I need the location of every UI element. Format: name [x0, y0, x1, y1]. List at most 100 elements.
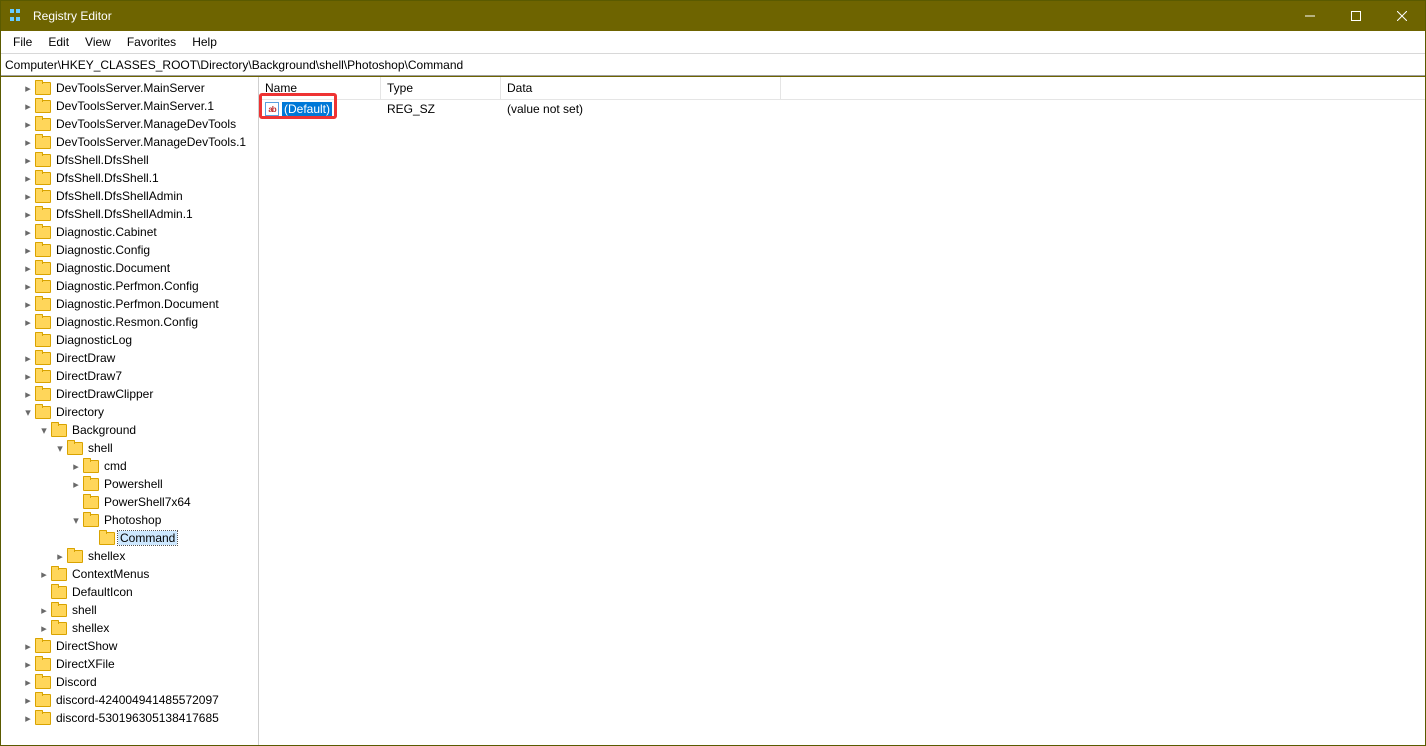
tree-item[interactable]: ▸DirectDrawClipper [1, 385, 258, 403]
registry-tree: ▸DevToolsServer.MainServer▸DevToolsServe… [1, 77, 258, 729]
menu-help[interactable]: Help [184, 32, 225, 52]
folder-icon [35, 172, 51, 185]
menu-edit[interactable]: Edit [40, 32, 77, 52]
registry-editor-window: Registry Editor File Edit View Favorites… [0, 0, 1426, 746]
app-icon [9, 8, 25, 24]
tree-item[interactable]: ▸ContextMenus [1, 565, 258, 583]
tree-item[interactable]: ▸ DirectDraw7 [1, 367, 258, 385]
tree-item[interactable]: ▸DirectXFile [1, 655, 258, 673]
chevron-right-icon[interactable]: ▸ [37, 567, 51, 581]
chevron-right-icon[interactable]: ▸ [21, 171, 35, 185]
chevron-right-icon[interactable]: ▸ [21, 351, 35, 365]
tree-item[interactable]: ▸DevToolsServer.MainServer [1, 79, 258, 97]
chevron-right-icon[interactable]: ▸ [21, 297, 35, 311]
tree-item[interactable]: ▾Directory [1, 403, 258, 421]
tree-item[interactable]: ▸PowerShell7x64 [1, 493, 258, 511]
tree-item[interactable]: ▾Background [1, 421, 258, 439]
chevron-down-icon[interactable]: ▾ [21, 405, 35, 419]
folder-icon [83, 496, 99, 509]
chevron-right-icon[interactable]: ▸ [21, 279, 35, 293]
tree-item[interactable]: ▸Diagnostic.Cabinet [1, 223, 258, 241]
tree-item[interactable]: ▸Command [1, 529, 258, 547]
tree-item[interactable]: ▸Diagnostic.Perfmon.Document [1, 295, 258, 313]
tree-item[interactable]: ▸Powershell [1, 475, 258, 493]
title-bar[interactable]: Registry Editor [1, 1, 1425, 31]
chevron-right-icon[interactable]: ▸ [21, 711, 35, 725]
chevron-right-icon[interactable]: ▸ [37, 621, 51, 635]
tree-item[interactable]: ▸discord-530196305138417685 [1, 709, 258, 727]
tree-item[interactable]: ▸Diagnostic.Perfmon.Config [1, 277, 258, 295]
chevron-right-icon[interactable]: ▸ [21, 387, 35, 401]
tree-item[interactable]: ▸DirectDraw [1, 349, 258, 367]
chevron-right-icon[interactable]: ▸ [69, 477, 83, 491]
maximize-button[interactable] [1333, 1, 1379, 31]
tree-item[interactable]: ▸Diagnostic.Document [1, 259, 258, 277]
chevron-right-icon[interactable]: ▸ [21, 117, 35, 131]
menu-view[interactable]: View [77, 32, 119, 52]
chevron-right-icon[interactable]: ▸ [21, 243, 35, 257]
chevron-right-icon[interactable]: ▸ [21, 675, 35, 689]
tree-scroll[interactable]: ▸DevToolsServer.MainServer▸DevToolsServe… [1, 77, 258, 745]
chevron-down-icon[interactable]: ▾ [53, 441, 67, 455]
chevron-right-icon[interactable]: ▸ [21, 81, 35, 95]
tree-item[interactable]: ▸DevToolsServer.ManageDevTools.1 [1, 133, 258, 151]
column-header-data[interactable]: Data [501, 77, 781, 99]
tree-item[interactable]: ▸DefaultIcon [1, 583, 258, 601]
address-path: Computer\HKEY_CLASSES_ROOT\Directory\Bac… [5, 58, 463, 72]
column-header-name[interactable]: Name [259, 77, 381, 99]
close-button[interactable] [1379, 1, 1425, 31]
chevron-right-icon[interactable]: ▸ [21, 153, 35, 167]
chevron-right-icon[interactable]: ▸ [21, 99, 35, 113]
folder-icon [83, 514, 99, 527]
tree-pane[interactable]: ▸DevToolsServer.MainServer▸DevToolsServe… [1, 77, 259, 745]
minimize-button[interactable] [1287, 1, 1333, 31]
chevron-right-icon[interactable]: ▸ [21, 261, 35, 275]
chevron-right-icon[interactable]: ▸ [21, 639, 35, 653]
tree-item[interactable]: ▸discord-424004941485572097 [1, 691, 258, 709]
chevron-right-icon[interactable]: ▸ [21, 189, 35, 203]
chevron-right-icon[interactable]: ▸ [21, 315, 35, 329]
window-controls [1287, 1, 1425, 31]
tree-item[interactable]: ▸DfsShell.DfsShellAdmin [1, 187, 258, 205]
tree-item[interactable]: ▸Diagnostic.Resmon.Config [1, 313, 258, 331]
chevron-right-icon[interactable]: ▸ [21, 225, 35, 239]
tree-item[interactable]: ▸Discord [1, 673, 258, 691]
tree-item[interactable]: ▸shellex [1, 619, 258, 637]
tree-item[interactable]: ▸DfsShell.DfsShell.1 [1, 169, 258, 187]
chevron-right-icon[interactable]: ▸ [69, 459, 83, 473]
tree-item[interactable]: ▸DevToolsServer.ManageDevTools [1, 115, 258, 133]
chevron-right-icon[interactable]: ▸ [21, 369, 35, 383]
tree-item[interactable]: ▸shell [1, 601, 258, 619]
chevron-right-icon[interactable]: ▸ [21, 135, 35, 149]
tree-item[interactable]: ▾Photoshop [1, 511, 258, 529]
tree-item[interactable]: ▸ DirectShow [1, 637, 258, 655]
chevron-right-icon[interactable]: ▸ [21, 657, 35, 671]
folder-icon [35, 406, 51, 419]
value-row[interactable]: ab(Default)REG_SZ(value not set) [259, 100, 1425, 118]
tree-item[interactable]: ▾shell [1, 439, 258, 457]
tree-item[interactable]: ▸cmd [1, 457, 258, 475]
chevron-right-icon[interactable]: ▸ [21, 207, 35, 221]
address-bar[interactable]: Computer\HKEY_CLASSES_ROOT\Directory\Bac… [1, 54, 1425, 76]
tree-item[interactable]: ▸DevToolsServer.MainServer.1 [1, 97, 258, 115]
tree-item-label: PowerShell7x64 [102, 495, 193, 509]
content-body: ▸DevToolsServer.MainServer▸DevToolsServe… [1, 76, 1425, 745]
string-value-icon: ab [265, 102, 279, 116]
menu-file[interactable]: File [5, 32, 40, 52]
tree-item-label: DirectShow [54, 639, 119, 653]
tree-item[interactable]: ▸shellex [1, 547, 258, 565]
tree-item[interactable]: ▸DiagnosticLog [1, 331, 258, 349]
chevron-down-icon[interactable]: ▾ [37, 423, 51, 437]
folder-icon [35, 136, 51, 149]
tree-item[interactable]: ▸DfsShell.DfsShellAdmin.1 [1, 205, 258, 223]
menu-favorites[interactable]: Favorites [119, 32, 184, 52]
values-pane[interactable]: Name Type Data ab(Default)REG_SZ(value n… [259, 77, 1425, 745]
chevron-right-icon[interactable]: ▸ [21, 693, 35, 707]
tree-item-label: DirectDraw7 [54, 369, 124, 383]
tree-item[interactable]: ▸Diagnostic.Config [1, 241, 258, 259]
chevron-right-icon[interactable]: ▸ [37, 603, 51, 617]
column-header-type[interactable]: Type [381, 77, 501, 99]
tree-item[interactable]: ▸DfsShell.DfsShell [1, 151, 258, 169]
chevron-down-icon[interactable]: ▾ [69, 513, 83, 527]
chevron-right-icon[interactable]: ▸ [53, 549, 67, 563]
